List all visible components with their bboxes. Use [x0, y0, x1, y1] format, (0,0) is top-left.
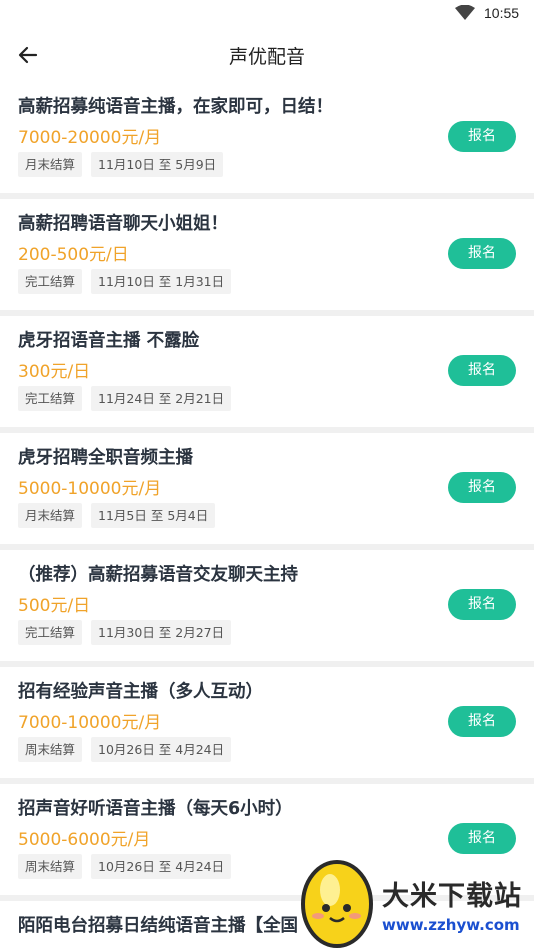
apply-button[interactable]: 报名 [448, 121, 516, 152]
apply-button[interactable]: 报名 [448, 355, 516, 386]
job-card[interactable]: 虎牙招语音主播 不露脸 300元/日 完工结算 11月24日 至 2月21日 报… [0, 316, 534, 427]
job-card[interactable]: （推荐）高薪招募语音交友聊天主持 500元/日 完工结算 11月30日 至 2月… [0, 550, 534, 661]
job-salary: 5000-6000元/月 [18, 830, 151, 850]
job-list: 高薪招募纯语音主播，在家即可，日结！ 7000-20000元/月 月末结算 11… [0, 82, 534, 949]
apply-button[interactable]: 报名 [448, 589, 516, 620]
apply-button[interactable]: 报名 [448, 706, 516, 737]
job-tags: 月末结算 11月10日 至 5月9日 [18, 152, 224, 177]
job-tags: 完工结算 11月10日 至 1月31日 [18, 269, 232, 294]
settlement-tag: 周末结算 [18, 737, 83, 762]
job-card[interactable]: 招有经验声音主播（多人互动） 7000-10000元/月 周末结算 10月26日… [0, 667, 534, 778]
period-tag: 11月30日 至 2月27日 [91, 620, 232, 645]
period-tag: 10月26日 至 4月24日 [91, 737, 232, 762]
job-card[interactable]: 高薪招聘语音聊天小姐姐！ 200-500元/日 完工结算 11月10日 至 1月… [0, 199, 534, 310]
period-tag: 11月5日 至 5月4日 [91, 503, 216, 528]
job-title: 高薪招聘语音聊天小姐姐！ [18, 214, 228, 234]
job-card[interactable]: 高薪招募纯语音主播，在家即可，日结！ 7000-20000元/月 月末结算 11… [0, 82, 534, 193]
job-title: 陌陌电台招募日结纯语音主播【全国 [18, 916, 298, 936]
job-salary: 7000-10000元/月 [18, 713, 162, 733]
rice-mascot-icon [301, 860, 373, 948]
job-salary: 500元/日 [18, 596, 91, 616]
settlement-tag: 完工结算 [18, 386, 83, 411]
job-title: 虎牙招聘全职音频主播 [18, 448, 193, 468]
page-title: 声优配音 [228, 46, 305, 68]
watermark-url: www.zzhyw.com [382, 916, 520, 934]
job-tags: 周末结算 10月26日 至 4月24日 [18, 854, 232, 879]
job-tags: 月末结算 11月5日 至 5月4日 [18, 503, 216, 528]
job-salary: 5000-10000元/月 [18, 479, 162, 499]
job-title: 虎牙招语音主播 不露脸 [18, 331, 200, 351]
apply-button[interactable]: 报名 [448, 472, 516, 503]
period-tag: 11月10日 至 1月31日 [91, 269, 232, 294]
job-salary: 200-500元/日 [18, 245, 129, 265]
settlement-tag: 完工结算 [18, 620, 83, 645]
settlement-tag: 月末结算 [18, 152, 83, 177]
nav-bar: 声优配音 [0, 28, 534, 82]
period-tag: 11月10日 至 5月9日 [91, 152, 224, 177]
job-tags: 完工结算 11月24日 至 2月21日 [18, 386, 232, 411]
status-time: 10:55 [484, 5, 520, 21]
settlement-tag: 完工结算 [18, 269, 83, 294]
wifi-icon [455, 5, 475, 20]
watermark-brand: 大米下载站 [382, 881, 522, 912]
job-salary: 300元/日 [18, 362, 91, 382]
job-tags: 周末结算 10月26日 至 4月24日 [18, 737, 232, 762]
apply-button[interactable]: 报名 [448, 238, 516, 269]
settlement-tag: 周末结算 [18, 854, 83, 879]
job-tags: 完工结算 11月30日 至 2月27日 [18, 620, 232, 645]
job-salary: 7000-20000元/月 [18, 128, 162, 148]
period-tag: 11月24日 至 2月21日 [91, 386, 232, 411]
period-tag: 10月26日 至 4月24日 [91, 854, 232, 879]
watermark-logo: 大米下载站 www.zzhyw.com [292, 856, 534, 949]
job-card[interactable]: 虎牙招聘全职音频主播 5000-10000元/月 月末结算 11月5日 至 5月… [0, 433, 534, 544]
apply-button[interactable]: 报名 [448, 823, 516, 854]
job-title: 招声音好听语音主播（每天6小时） [18, 799, 293, 819]
job-title: （推荐）高薪招募语音交友聊天主持 [18, 565, 298, 585]
status-bar: 10:55 [0, 0, 534, 28]
job-title: 高薪招募纯语音主播，在家即可，日结！ [18, 97, 333, 117]
job-title: 招有经验声音主播（多人互动） [18, 682, 263, 702]
settlement-tag: 月末结算 [18, 503, 83, 528]
